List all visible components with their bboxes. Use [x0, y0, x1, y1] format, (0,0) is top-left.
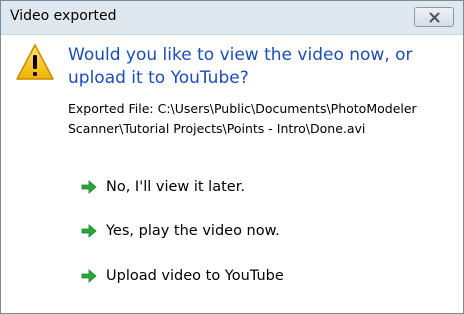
green-arrow-icon	[81, 269, 97, 283]
view-later-option[interactable]: No, I'll view it later.	[81, 175, 245, 199]
dialog-content: Would you like to view the video now, or…	[1, 35, 463, 313]
window-title: Video exported	[10, 8, 117, 24]
dialog-heading: Would you like to view the video now, or…	[68, 45, 413, 88]
close-button[interactable]	[414, 7, 454, 27]
warning-icon	[16, 44, 54, 80]
exported-file-path: Exported File: C:\Users\Public\Documents…	[68, 101, 417, 136]
play-video-option[interactable]: Yes, play the video now.	[81, 219, 280, 243]
dialog-window: Video exported Would you like to view th…	[0, 0, 464, 314]
option-label: Upload video to YouTube	[106, 268, 284, 284]
upload-youtube-option[interactable]: Upload video to YouTube	[81, 264, 284, 288]
green-arrow-icon	[81, 180, 97, 194]
option-label: Yes, play the video now.	[106, 223, 280, 239]
option-label: No, I'll view it later.	[106, 179, 245, 195]
title-bar: Video exported	[1, 1, 463, 35]
close-icon	[429, 12, 440, 23]
green-arrow-icon	[81, 224, 97, 238]
